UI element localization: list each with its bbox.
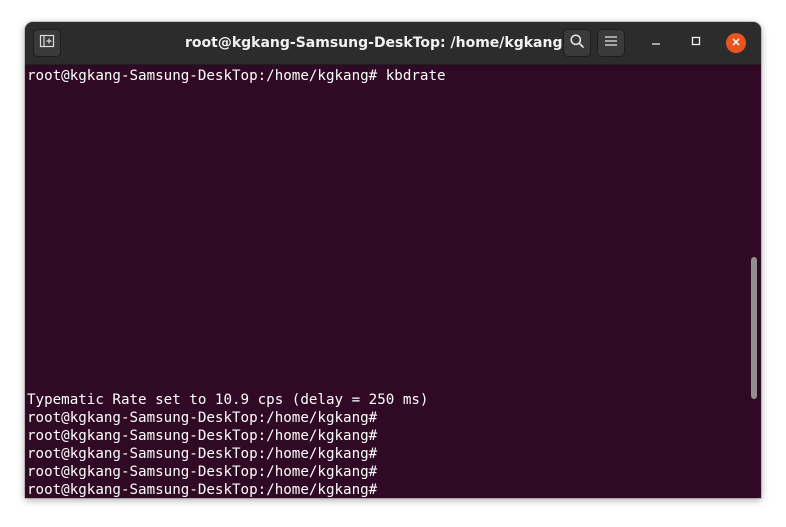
maximize-icon [690, 34, 702, 52]
close-icon [731, 34, 741, 52]
terminal-line: root@kgkang-Samsung-DeskTop:/home/kgkang… [27, 482, 378, 498]
terminal-line: root@kgkang-Samsung-DeskTop:/home/kgkang… [27, 446, 378, 462]
terminal-line: root@kgkang-Samsung-DeskTop:/home/kgkang… [27, 68, 446, 84]
terminal-line: Typematic Rate set to 10.9 cps (delay = … [27, 392, 429, 408]
terminal-output[interactable]: root@kgkang-Samsung-DeskTop:/home/kgkang… [25, 65, 761, 498]
title-bar[interactable]: root@kgkang-Samsung-DeskTop: /home/kgkan… [25, 22, 761, 65]
terminal-line: root@kgkang-Samsung-DeskTop:/home/kgkang… [27, 410, 378, 426]
window-title: root@kgkang-Samsung-DeskTop: /home/kgkan… [185, 35, 563, 51]
close-button[interactable] [726, 33, 746, 53]
new-tab-icon [39, 33, 55, 54]
search-icon [569, 33, 585, 54]
maximize-button[interactable] [686, 33, 706, 53]
minimize-button[interactable] [646, 33, 666, 53]
terminal-line: root@kgkang-Samsung-DeskTop:/home/kgkang… [27, 464, 378, 480]
scrollbar-thumb[interactable] [751, 257, 757, 399]
terminal-window: root@kgkang-Samsung-DeskTop: /home/kgkan… [25, 22, 761, 498]
terminal-line: root@kgkang-Samsung-DeskTop:/home/kgkang… [27, 428, 378, 444]
minimize-icon [650, 34, 662, 52]
search-button[interactable] [563, 29, 591, 57]
menu-button[interactable] [597, 29, 625, 57]
hamburger-menu-icon [604, 34, 618, 52]
new-tab-button[interactable] [33, 29, 61, 57]
